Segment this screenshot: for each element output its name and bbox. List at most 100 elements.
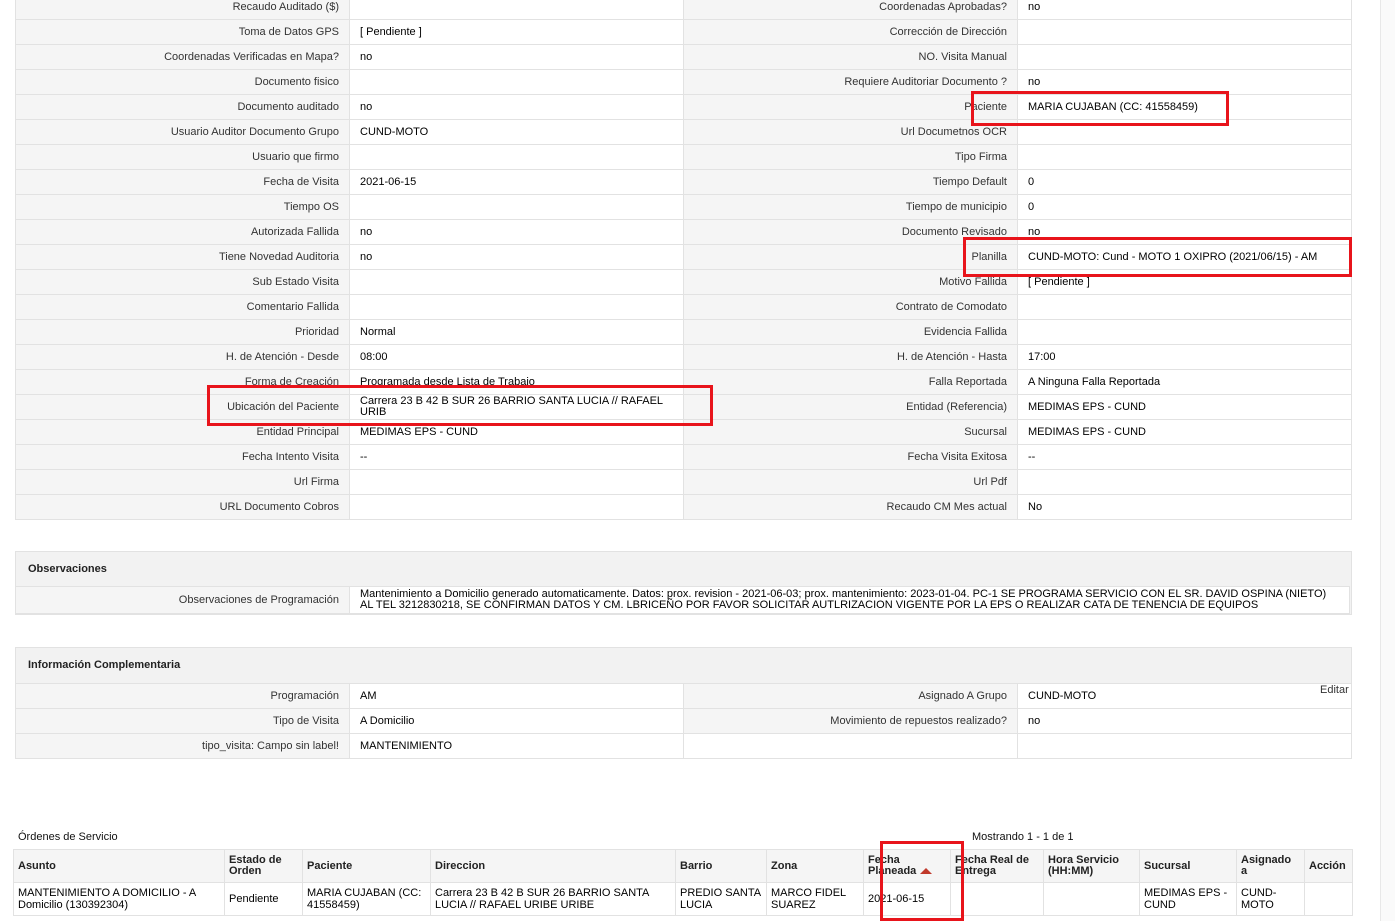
complementaria-table: Programación AM Asignado A Grupo CUND-MOTO T… [15, 683, 1352, 759]
field-value: 2021-06-15 [349, 169, 684, 195]
field-label: Contrato de Comodato [683, 294, 1018, 320]
field-label: Usuario que firmo [15, 144, 350, 170]
table-cell: Carrera 23 B 42 B SUR 26 BARRIO SANTA LU… [430, 882, 676, 916]
column-header[interactable]: Barrio [675, 849, 767, 883]
field-label: Recaudo CM Mes actual [683, 494, 1018, 520]
field-label: NO. Visita Manual [683, 44, 1018, 70]
field-label: Url Firma [15, 469, 350, 495]
column-header[interactable]: Sucursal [1139, 849, 1237, 883]
column-header-label: Asignado a [1241, 854, 1292, 877]
column-header[interactable]: Hora Servicio (HH:MM) [1043, 849, 1140, 883]
column-header[interactable]: Estado de Orden [224, 849, 303, 883]
field-label: Tiene Novedad Auditoria [15, 244, 350, 270]
field-label: Url Documetnos OCR [683, 119, 1018, 145]
detail-row: Url Firma Url Pdf [15, 469, 1352, 495]
column-header-label: Barrio [680, 859, 713, 872]
field-label: Toma de Datos GPS [15, 19, 350, 45]
ordenes-title: Órdenes de Servicio [18, 831, 118, 843]
field-value: -- [1017, 444, 1352, 470]
field-label: H. de Atención - Hasta [683, 344, 1018, 370]
empty-cell [1017, 733, 1352, 759]
column-header[interactable]: Zona [766, 849, 864, 883]
detail-row: URL Documento Cobros Recaudo CM Mes actua… [15, 494, 1352, 520]
detail-row: Recaudo Auditado ($) Coordenadas Aprobada… [15, 0, 1352, 20]
field-label: Prioridad [15, 319, 350, 345]
field-label: Requiere Auditoriar Documento ? [683, 69, 1018, 95]
field-label: Fecha Visita Exitosa [683, 444, 1018, 470]
table-row[interactable]: MANTENIMIENTO A DOMICILIO - A Domicilio … [13, 882, 1353, 916]
table-cell [1304, 882, 1353, 916]
field-value: Normal [349, 319, 684, 345]
table-cell: MEDIMAS EPS - CUND [1139, 882, 1237, 916]
field-value: A Domicilio [349, 708, 684, 734]
field-value: 0 [1017, 194, 1352, 220]
column-header[interactable]: Paciente [302, 849, 431, 883]
field-value [1017, 19, 1352, 45]
field-label: URL Documento Cobros [15, 494, 350, 520]
column-header-label: Direccion [435, 859, 486, 872]
column-header[interactable]: Direccion [430, 849, 676, 883]
field-value [1017, 44, 1352, 70]
field-value: [ Pendiente ] [349, 19, 684, 45]
table-cell: MARIA CUJABAN (CC: 41558459) [302, 882, 431, 916]
column-header[interactable]: Fecha Real de Entrega [950, 849, 1044, 883]
field-value: A Ninguna Falla Reportada [1017, 369, 1352, 395]
field-label: Corrección de Dirección [683, 19, 1018, 45]
field-value [349, 0, 684, 20]
field-value [1017, 319, 1352, 345]
detail-row: Tiempo OS Tiempo de municipio 0 [15, 194, 1352, 220]
field-label: Autorizada Fallida [15, 219, 350, 245]
table-cell: MANTENIMIENTO A DOMICILIO - A Domicilio … [13, 882, 225, 916]
field-value: 17:00 [1017, 344, 1352, 370]
field-label: Tiempo de municipio [683, 194, 1018, 220]
detail-row: Fecha Intento Visita -- Fecha Visita Exito… [15, 444, 1352, 470]
field-label: Documento auditado [15, 94, 350, 120]
field-value: CUND-MOTO [1017, 683, 1352, 709]
empty-cell [683, 733, 1018, 759]
field-label: Coordenadas Verificadas en Mapa? [15, 44, 350, 70]
field-value: -- [349, 444, 684, 470]
column-header-label: Sucursal [1144, 859, 1191, 872]
field-value: No [1017, 494, 1352, 520]
column-header-label: Fecha Real de Entrega [955, 854, 1029, 877]
field-value: MEDIMAS EPS - CUND [1017, 394, 1352, 420]
field-label: Recaudo Auditado ($) [15, 0, 350, 20]
table-cell [1043, 882, 1140, 916]
ordenes-table: Asunto Estado de Orden Paciente Direccion Ba… [13, 849, 1353, 916]
field-value: no [349, 94, 684, 120]
field-label: Documento fisico [15, 69, 350, 95]
field-value [349, 144, 684, 170]
column-header-label: Zona [771, 859, 798, 872]
field-value [349, 269, 684, 295]
field-label: Movimiento de repuestos realizado? [683, 708, 1018, 734]
complementaria-section: Información Complementaria [15, 647, 1352, 685]
field-value [349, 69, 684, 95]
table-cell: PREDIO SANTA LUCIA [675, 882, 767, 916]
field-value: MANTENIMIENTO [349, 733, 684, 759]
field-value: no [1017, 708, 1352, 734]
field-value: no [349, 44, 684, 70]
column-header-label: Paciente [307, 859, 353, 872]
field-label: Entidad (Referencia) [683, 394, 1018, 420]
field-value [1017, 294, 1352, 320]
field-label: Usuario Auditor Documento Grupo [15, 119, 350, 145]
field-label: Asignado A Grupo [683, 683, 1018, 709]
field-value: CUND-MOTO [349, 119, 684, 145]
table-cell: MARCO FIDEL SUAREZ [766, 882, 864, 916]
column-header[interactable]: Acción [1304, 849, 1353, 883]
field-label: Tipo de Visita [15, 708, 350, 734]
editar-link[interactable]: Editar [1320, 684, 1349, 696]
field-label: Tiempo OS [15, 194, 350, 220]
field-value [349, 294, 684, 320]
column-header[interactable]: Asignado a [1236, 849, 1305, 883]
table-cell [950, 882, 1044, 916]
detail-row: Usuario que firmo Tipo Firma [15, 144, 1352, 170]
column-header-label: Asunto [18, 859, 56, 872]
field-value: no [349, 244, 684, 270]
column-header[interactable]: Asunto [13, 849, 225, 883]
vertical-scrollbar[interactable] [1380, 0, 1395, 921]
field-label: Sucursal [683, 419, 1018, 445]
field-value [349, 194, 684, 220]
field-value: 0 [1017, 169, 1352, 195]
field-label: Comentario Fallida [15, 294, 350, 320]
